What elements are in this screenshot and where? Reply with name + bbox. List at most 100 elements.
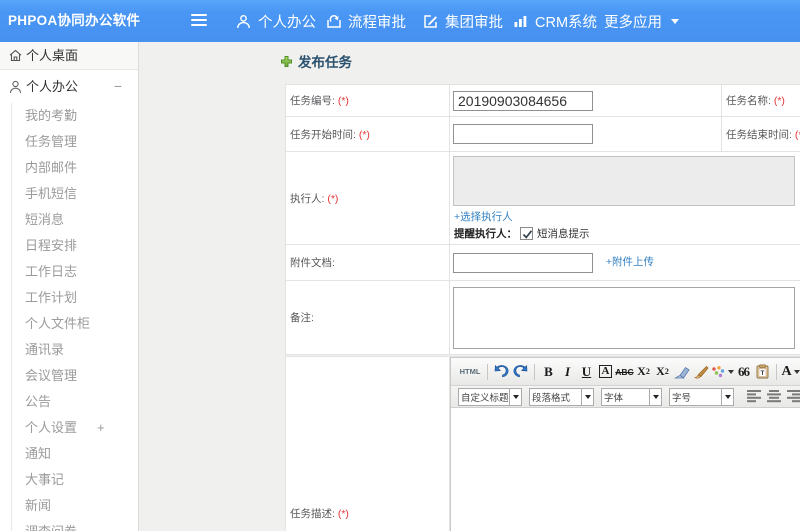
topnav-item-group-approval[interactable]: 集团审批 xyxy=(423,0,503,42)
topnav-item-more-apps[interactable]: 更多应用 xyxy=(604,0,679,42)
attachment-upload-link[interactable]: +附件上传 xyxy=(606,256,654,268)
topnav-item-process-approval[interactable]: 流程审批 xyxy=(326,0,406,42)
sidebar-item-label: 工作计划 xyxy=(25,290,78,305)
undo-icon[interactable] xyxy=(492,362,511,382)
align-left-icon[interactable] xyxy=(747,390,761,403)
topnav-label: 流程审批 xyxy=(348,14,406,31)
sidebar-item[interactable]: 工作计划 xyxy=(0,285,138,311)
select-value: 字号 xyxy=(672,392,692,404)
caret-down-icon[interactable] xyxy=(581,388,593,405)
task-no-input[interactable] xyxy=(453,90,593,111)
sidebar-item-label: 工作日志 xyxy=(25,264,78,279)
sidebar-section-label: 个人办公 xyxy=(26,79,79,94)
sidebar-item[interactable]: 日程安排 xyxy=(0,233,138,259)
sidebar-item[interactable]: 个人设置 + xyxy=(0,415,138,441)
page-title: 发布任务 xyxy=(280,49,352,73)
underline-icon[interactable]: U xyxy=(577,362,596,382)
task-no-label: 任务编号: (*) xyxy=(285,84,450,117)
rich-text-editor: HTML B I U A ABC X 2 X 2 66 T A 自定义标题 段落格式 字体 字号 xyxy=(450,357,800,531)
attachment-input[interactable] xyxy=(453,252,593,273)
font-color-icon[interactable]: A xyxy=(781,362,800,382)
sidebar-item[interactable]: 内部邮件 xyxy=(0,155,138,181)
color-palette-icon[interactable] xyxy=(710,362,734,382)
sidebar-item-label: 调查问卷 xyxy=(25,524,77,531)
remark-cell xyxy=(449,280,800,355)
blockquote-icon[interactable]: 66 xyxy=(734,362,753,382)
expand-icon[interactable]: + xyxy=(97,415,105,441)
italic-icon[interactable]: I xyxy=(558,362,577,382)
topnav-label: 个人办公 xyxy=(258,14,316,31)
topnav-item-personal-office[interactable]: 个人办公 xyxy=(236,0,316,42)
menu-toggle-icon[interactable] xyxy=(191,14,207,28)
sidebar-item-label: 内部邮件 xyxy=(25,160,78,175)
remark-textarea[interactable] xyxy=(453,286,795,349)
subscript-icon[interactable]: X2 xyxy=(653,362,672,382)
task-desc-table: 任务描述: (*) HTML B I U A ABC X 2 X 2 66 T A 自定义标题 段落格式字… xyxy=(285,356,800,531)
sidebar-item-label: 通知 xyxy=(25,446,52,461)
start-time-cell xyxy=(449,116,722,152)
user-icon xyxy=(236,14,251,29)
font-style-icon[interactable]: A xyxy=(596,362,615,382)
sms-remind-label: 短消息提示 xyxy=(537,228,590,240)
process-icon xyxy=(326,14,341,29)
font-size-select[interactable]: 字号 xyxy=(669,387,734,406)
sidebar-item[interactable]: 通知 xyxy=(0,441,138,467)
executor-textarea[interactable] xyxy=(453,156,795,206)
sidebar-item[interactable]: 新闻 xyxy=(0,493,138,519)
collapse-icon[interactable]: − xyxy=(114,70,122,103)
task-desc-label: 任务描述: (*) xyxy=(285,356,450,531)
align-center-icon[interactable] xyxy=(767,390,781,403)
sidebar-item[interactable]: 调查问卷 xyxy=(0,519,138,531)
sidebar: 个人桌面 个人办公 − 我的考勤任务管理内部邮件手机短信短消息日程安排工作日志工… xyxy=(0,42,139,531)
sidebar-item[interactable]: 个人文件柜 xyxy=(0,311,138,337)
format-brush-icon[interactable] xyxy=(691,362,710,382)
sidebar-item-label: 我的考勤 xyxy=(25,108,78,123)
bar-chart-icon xyxy=(513,14,528,29)
sidebar-item[interactable]: 公告 xyxy=(0,389,138,415)
paragraph-format-select[interactable]: 段落格式 xyxy=(529,387,594,406)
sidebar-item[interactable]: 任务管理 xyxy=(0,129,138,155)
source-code-button[interactable]: HTML xyxy=(457,362,483,382)
sidebar-item[interactable]: 工作日志 xyxy=(0,259,138,285)
sidebar-item-label: 手机短信 xyxy=(25,186,78,201)
align-right-icon[interactable] xyxy=(787,390,800,403)
sidebar-item-desktop[interactable]: 个人桌面 xyxy=(0,42,138,70)
eraser-icon[interactable] xyxy=(672,362,691,382)
attachment-label: 附件文档: xyxy=(285,244,450,281)
superscript-icon[interactable]: X2 xyxy=(634,362,653,382)
choose-executor-link[interactable]: +选择执行人 xyxy=(454,209,800,224)
bold-icon[interactable]: B xyxy=(539,362,558,382)
topbar: PHPOA协同办公软件 个人办公 流程审批 集团审批 CRM系统 更多应用 xyxy=(0,0,800,42)
task-desc-cell: HTML B I U A ABC X 2 X 2 66 T A 自定义标题 段落格式 字体 字号 xyxy=(449,356,800,531)
separator xyxy=(487,363,488,380)
sms-remind-checkbox[interactable] xyxy=(520,227,533,240)
task-name-label: 任务名称: (*) xyxy=(721,84,800,117)
remind-executor-label: 提醒执行人： xyxy=(454,228,517,240)
caret-down-icon[interactable] xyxy=(509,388,521,405)
sidebar-section-personal-office[interactable]: 个人办公 − xyxy=(0,70,138,103)
start-time-input[interactable] xyxy=(453,124,593,144)
caret-down-icon[interactable] xyxy=(649,388,661,405)
caret-down-icon[interactable] xyxy=(721,388,733,405)
sidebar-item[interactable]: 我的考勤 xyxy=(0,103,138,129)
sidebar-item-label: 公告 xyxy=(25,394,52,409)
editor-content-area[interactable] xyxy=(451,408,800,531)
sidebar-item-label: 任务管理 xyxy=(25,134,78,149)
custom-title-select[interactable]: 自定义标题 xyxy=(458,387,522,406)
sidebar-item-label: 日程安排 xyxy=(25,238,78,253)
font-family-select[interactable]: 字体 xyxy=(601,387,662,406)
sidebar-item[interactable]: 大事记 xyxy=(0,467,138,493)
executor-label: 执行人: (*) xyxy=(285,151,450,245)
sidebar-item[interactable]: 手机短信 xyxy=(0,181,138,207)
strikethrough-icon[interactable]: ABC xyxy=(615,362,634,382)
remark-label: 备注: xyxy=(285,280,450,355)
paste-text-icon[interactable]: T xyxy=(753,362,772,382)
svg-text:T: T xyxy=(761,370,765,377)
redo-icon[interactable] xyxy=(511,362,530,382)
topnav-item-crm-system[interactable]: CRM系统 xyxy=(513,0,597,42)
separator xyxy=(776,363,777,380)
sidebar-item[interactable]: 会议管理 xyxy=(0,363,138,389)
sidebar-item[interactable]: 短消息 xyxy=(0,207,138,233)
sidebar-desktop-label: 个人桌面 xyxy=(26,48,79,63)
sidebar-item[interactable]: 通讯录 xyxy=(0,337,138,363)
